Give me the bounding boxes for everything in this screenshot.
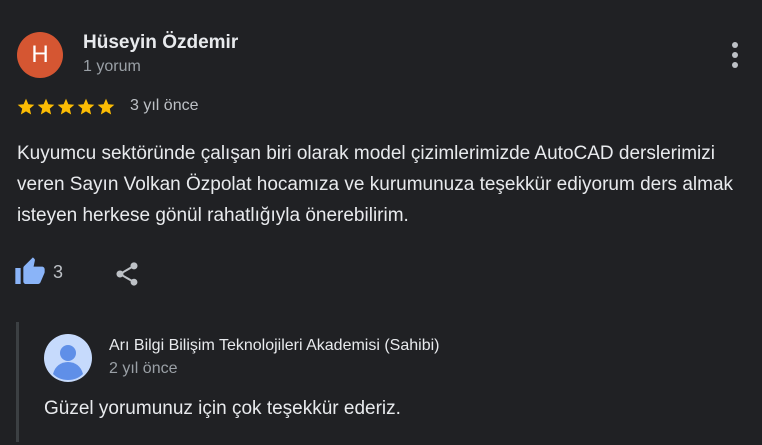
share-icon <box>116 262 138 286</box>
like-count: 3 <box>53 261 64 282</box>
more-vert-icon <box>732 42 738 68</box>
star-icon <box>97 98 115 115</box>
thumbs-up-icon <box>15 257 45 284</box>
star-icon <box>57 98 75 115</box>
owner-reply-date: 2 yıl önce <box>109 360 178 377</box>
default-profile-icon <box>44 334 92 382</box>
star-icon <box>77 98 95 115</box>
owner-name: Arı Bilgi Bilişim Teknolojileri Akademis… <box>109 337 440 354</box>
share-button[interactable] <box>113 260 141 288</box>
owner-reply: Arı Bilgi Bilişim Teknolojileri Akademis… <box>16 322 739 442</box>
owner-reply-text: Güzel yorumunuz için çok teşekkür ederiz… <box>44 398 401 419</box>
review-date: 3 yıl önce <box>130 97 199 114</box>
star-icon <box>17 98 35 115</box>
owner-avatar <box>44 334 92 382</box>
star-icon <box>37 98 55 115</box>
more-options-button[interactable] <box>722 38 748 72</box>
star-rating <box>16 97 116 117</box>
reviewer-avatar[interactable]: H <box>17 32 63 78</box>
like-button[interactable]: 3 <box>14 256 63 288</box>
reviewer-review-count: 1 yorum <box>83 58 141 75</box>
review-card: H Hüseyin Özdemir 1 yorum 3 yıl önce Kuy… <box>0 0 762 445</box>
review-text: Kuyumcu sektöründe çalışan biri olarak m… <box>17 143 734 226</box>
reviewer-initial: H <box>31 41 49 68</box>
reviewer-name[interactable]: Hüseyin Özdemir <box>83 32 238 54</box>
